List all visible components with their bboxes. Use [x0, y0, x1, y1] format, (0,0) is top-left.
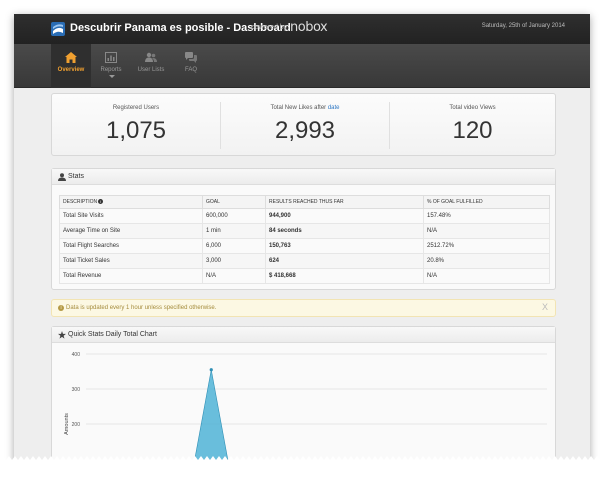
- chat-icon: [185, 52, 197, 63]
- table-row: Total Flight Searches 6,000 150,763 2512…: [59, 238, 550, 254]
- torn-edge-decoration: [0, 456, 605, 480]
- star-icon: [58, 331, 66, 339]
- kpi-label: Total New Likes after date: [221, 105, 389, 111]
- date-link[interactable]: date: [328, 105, 340, 111]
- nav-label-reports: Reports: [100, 67, 122, 73]
- cell-percent: 157.48%: [423, 208, 550, 224]
- cell-percent: 20.8%: [423, 253, 550, 269]
- panel-title: Quick Stats Daily Total Chart: [68, 331, 157, 338]
- chevron-down-icon: [109, 75, 115, 78]
- table-row: Total Revenue N/A $ 418,668 N/A: [59, 268, 550, 284]
- column-header-results: RESULTS REACHED THUS FAR: [265, 195, 424, 209]
- kpi-value: 1,075: [105, 117, 167, 144]
- nav-item-faq[interactable]: FAQ: [171, 44, 211, 88]
- panel-title: Stats: [68, 173, 84, 180]
- cell-percent: N/A: [423, 223, 550, 239]
- kpi-value: 120: [452, 117, 493, 144]
- cell-goal: 600,000: [202, 208, 266, 224]
- cell-description: Total Site Visits: [59, 208, 203, 224]
- y-tick-label: 300: [72, 387, 81, 393]
- cell-percent: N/A: [423, 268, 550, 284]
- nav-item-overview[interactable]: Overview: [51, 44, 91, 88]
- cell-result: 624: [265, 253, 424, 269]
- info-icon[interactable]: i: [98, 199, 104, 205]
- series-area: [193, 369, 229, 464]
- data-point: [209, 368, 213, 372]
- column-header-percent: % OF GOAL FULFILLED: [423, 195, 550, 209]
- y-tick-label: 400: [72, 352, 81, 358]
- kpi-label: Total video Views: [449, 105, 496, 111]
- table-row: Total Ticket Sales 3,000 624 20.8%: [59, 253, 550, 269]
- nav-label-user-lists: User Lists: [137, 67, 165, 73]
- kpi-value: 2,993: [274, 117, 336, 144]
- daily-total-chart: 200 300 400 Amounts: [64, 352, 547, 464]
- nav-label-overview: Overview: [57, 67, 85, 73]
- nav-item-user-lists[interactable]: User Lists: [131, 44, 171, 88]
- top-bar: Descubrir Panama es posible - Dashboard …: [14, 14, 590, 44]
- table-row: Total Site Visits 600,000 944,900 157.48…: [59, 208, 550, 224]
- column-header-description: DESCRIPTION i: [59, 195, 203, 209]
- cell-goal: N/A: [202, 268, 266, 284]
- cell-goal: 3,000: [202, 253, 266, 269]
- cell-percent: 2512.72%: [423, 238, 550, 254]
- cell-description: Total Flight Searches: [59, 238, 203, 254]
- update-notice-alert: i Data is updated every 1 hour unless sp…: [51, 299, 556, 317]
- brand-logo[interactable]: nobox: [290, 20, 328, 35]
- current-date: Saturday, 25th of January 2014: [481, 23, 565, 29]
- cell-goal: 1 min: [202, 223, 266, 239]
- chart-panel: Quick Stats Daily Total Chart 200 300 400 A…: [51, 326, 556, 464]
- main-nav: Overview Reports User Lists FAQ: [14, 44, 590, 88]
- stats-panel-header: Stats: [52, 169, 555, 185]
- kpi-label-text: Total New Likes after: [270, 105, 327, 111]
- kpi-label: Registered Users: [112, 105, 160, 111]
- chart-icon: [105, 52, 117, 63]
- kpi-registered-users: Registered Users 1,075: [52, 94, 220, 157]
- home-icon: [65, 52, 77, 63]
- cell-description: Average Time on Site: [59, 223, 203, 239]
- column-header-label: DESCRIPTION: [63, 199, 98, 205]
- close-button[interactable]: X: [542, 302, 548, 312]
- cell-goal: 6,000: [202, 238, 266, 254]
- user-icon: [58, 173, 66, 181]
- cell-result: 944,900: [265, 208, 424, 224]
- y-tick-label: 200: [72, 422, 81, 428]
- kpi-new-likes: Total New Likes after date 2,993: [221, 94, 389, 157]
- powered-by-text: powered by: [251, 24, 288, 31]
- kpi-video-views: Total video Views 120: [390, 94, 555, 157]
- info-icon: i: [58, 305, 64, 311]
- nav-label-faq: FAQ: [184, 67, 197, 73]
- logo-icon: [51, 22, 65, 36]
- cell-result: 84 seconds: [265, 223, 424, 239]
- users-icon: [145, 52, 157, 62]
- chart-panel-header: Quick Stats Daily Total Chart: [52, 327, 555, 343]
- column-header-goal: GOAL: [202, 195, 266, 209]
- y-axis-label: Amounts: [64, 413, 70, 435]
- cell-description: Total Revenue: [59, 268, 203, 284]
- alert-text: Data is updated every 1 hour unless spec…: [66, 305, 217, 311]
- table-row: Average Time on Site 1 min 84 seconds N/…: [59, 223, 550, 239]
- cell-result: 150,763: [265, 238, 424, 254]
- dashboard-window: Descubrir Panama es posible - Dashboard …: [14, 14, 590, 464]
- stats-table: DESCRIPTION i GOAL RESULTS REACHED THUS F…: [59, 195, 550, 284]
- kpi-summary-panel: Registered Users 1,075 Total New Likes a…: [51, 93, 556, 156]
- cell-result: $ 418,668: [265, 268, 424, 284]
- cell-description: Total Ticket Sales: [59, 253, 203, 269]
- table-header-row: DESCRIPTION i GOAL RESULTS REACHED THUS F…: [59, 195, 550, 209]
- stats-panel: Stats DESCRIPTION i GOAL RESULTS REACHED …: [51, 168, 556, 290]
- nav-item-reports[interactable]: Reports: [91, 44, 131, 88]
